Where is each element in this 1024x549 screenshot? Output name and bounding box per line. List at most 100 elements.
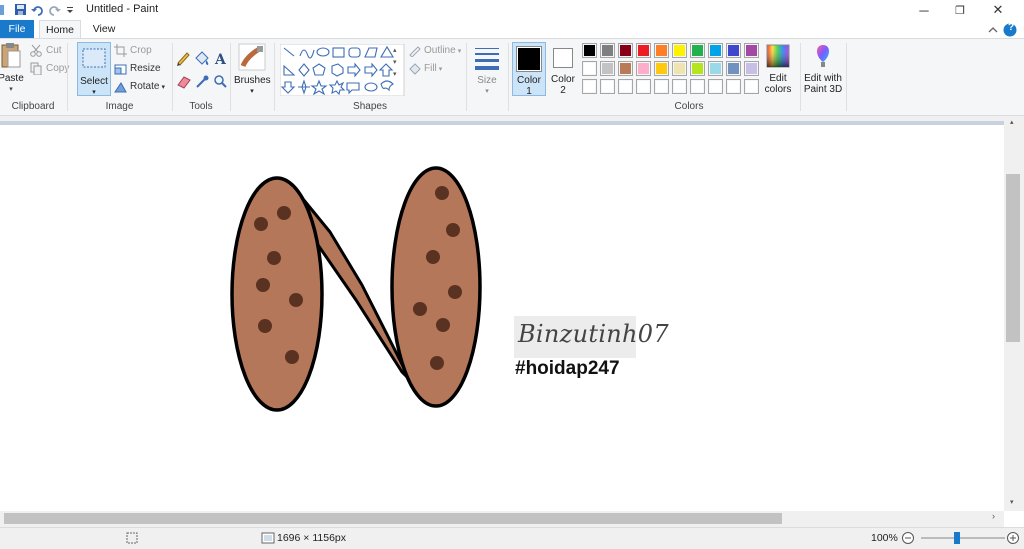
tab-home[interactable]: Home (39, 20, 81, 39)
resize-button[interactable]: Resize (114, 61, 161, 76)
collapse-ribbon-icon[interactable] (988, 27, 998, 33)
palette-swatch[interactable] (636, 61, 651, 76)
select-icon (82, 48, 106, 68)
save-icon[interactable] (15, 4, 26, 15)
drawing-canvas[interactable] (0, 121, 1004, 511)
scroll-right-icon[interactable]: › (992, 511, 995, 521)
dot (448, 285, 462, 299)
fill-dropdown-icon: ▾ (438, 65, 443, 73)
palette-swatch[interactable] (726, 79, 741, 94)
canvas-area[interactable] (0, 121, 1004, 511)
rotate-button[interactable]: Rotate ▾ (114, 79, 165, 94)
palette-swatch[interactable] (672, 43, 687, 58)
edit-colors-button[interactable]: Edit colors (760, 42, 796, 95)
palette-swatch[interactable] (600, 61, 615, 76)
redo-icon[interactable] (49, 6, 61, 16)
palette-swatch[interactable] (582, 43, 597, 58)
color1-swatch (518, 48, 540, 70)
paste-button[interactable]: Paste ▾ (0, 43, 24, 95)
dot (258, 319, 272, 333)
palette-swatch[interactable] (582, 79, 597, 94)
palette-swatch[interactable] (600, 79, 615, 94)
zoom-slider-thumb[interactable] (954, 532, 960, 544)
palette-swatch[interactable] (618, 61, 633, 76)
palette-swatch[interactable] (618, 79, 633, 94)
palette-swatch[interactable] (636, 79, 651, 94)
dot (446, 223, 460, 237)
palette-swatch[interactable] (726, 43, 741, 58)
palette-swatch[interactable] (744, 43, 759, 58)
close-button[interactable]: ✕ (980, 0, 1016, 20)
horizontal-scrollbar[interactable]: › (0, 511, 1004, 527)
paint3d-label-2: Paint 3D (803, 84, 843, 95)
select-button[interactable]: Select ▾ (77, 42, 111, 96)
palette-swatch[interactable] (690, 61, 705, 76)
fill-button[interactable]: Fill ▾ (408, 61, 442, 76)
pencil-icon[interactable] (177, 52, 190, 66)
rotate-label: Rotate (130, 81, 160, 92)
paint-window: Untitled - Paint ─ ❐ ✕ File Home View ? … (0, 0, 1024, 549)
color-picker-icon[interactable] (196, 75, 209, 88)
brushes-group: Brushes ▾ (231, 39, 273, 115)
color1-button[interactable]: Color 1 (512, 42, 546, 97)
palette-swatch[interactable] (672, 79, 687, 94)
crop-button[interactable]: Crop (114, 43, 152, 58)
scroll-down-icon[interactable]: ▾ (1010, 498, 1014, 506)
dot (285, 350, 299, 364)
dot (254, 217, 268, 231)
outline-button[interactable]: Outline ▾ (408, 43, 461, 58)
palette-swatch[interactable] (708, 79, 723, 94)
vertical-scrollbar[interactable]: ▴ ▾ (1004, 116, 1024, 511)
separator (800, 43, 801, 111)
fill-bucket-icon[interactable] (195, 51, 209, 65)
select-dropdown-icon: ▾ (92, 89, 96, 96)
copy-icon (30, 62, 42, 75)
close-icon: ✕ (992, 2, 1004, 17)
cut-button[interactable]: Cut (30, 43, 62, 58)
palette-swatch[interactable] (582, 61, 597, 76)
dot (289, 293, 303, 307)
shapes-gallery[interactable] (280, 44, 406, 96)
zoom-out-icon[interactable] (902, 532, 914, 544)
undo-icon[interactable] (31, 6, 43, 16)
palette-swatch[interactable] (618, 43, 633, 58)
size-button[interactable]: Size ▾ (471, 42, 503, 97)
shapes-scroll-icon[interactable]: ▴ ▾ ▾ (393, 45, 397, 81)
text-icon[interactable]: A (214, 52, 227, 68)
minimize-button[interactable]: ─ (906, 0, 942, 20)
window-title: Untitled - Paint (86, 3, 159, 15)
copy-button[interactable]: Copy (30, 61, 69, 76)
palette-swatch[interactable] (690, 79, 705, 94)
restore-button[interactable]: ❐ (942, 0, 978, 20)
customize-toolbar-icon[interactable] (67, 7, 73, 13)
color2-button[interactable]: Color 2 (548, 42, 578, 96)
scroll-up-icon[interactable]: ▴ (1010, 118, 1014, 126)
palette-swatch[interactable] (636, 43, 651, 58)
palette-swatch[interactable] (708, 43, 723, 58)
scissors-icon (30, 44, 42, 57)
palette-swatch[interactable] (744, 61, 759, 76)
palette-swatch[interactable] (744, 79, 759, 94)
magnifier-icon[interactable] (214, 75, 227, 88)
palette-swatch[interactable] (690, 43, 705, 58)
zoom-slider-track[interactable] (921, 537, 1005, 539)
palette-swatch[interactable] (654, 43, 669, 58)
zoom-in-icon[interactable] (1007, 532, 1019, 544)
palette-swatch[interactable] (654, 61, 669, 76)
tab-view[interactable]: View (86, 20, 122, 38)
palette-swatch[interactable] (672, 61, 687, 76)
palette-swatch[interactable] (600, 43, 615, 58)
ribbon-tabs: File Home View ? (0, 20, 1024, 39)
brushes-dropdown-icon: ▾ (250, 88, 254, 95)
brushes-button[interactable]: Brushes ▾ (234, 42, 271, 97)
palette-swatch[interactable] (708, 61, 723, 76)
vertical-scroll-thumb[interactable] (1006, 174, 1020, 342)
palette-swatch[interactable] (654, 79, 669, 94)
eraser-icon[interactable] (177, 76, 191, 89)
size-dropdown-icon: ▾ (485, 88, 489, 95)
tab-file[interactable]: File (0, 20, 34, 38)
palette-swatch[interactable] (726, 61, 741, 76)
color1-label: Color (517, 75, 541, 86)
edit-with-paint3d-button[interactable]: Edit with Paint 3D (802, 42, 844, 95)
horizontal-scroll-thumb[interactable] (4, 513, 782, 524)
